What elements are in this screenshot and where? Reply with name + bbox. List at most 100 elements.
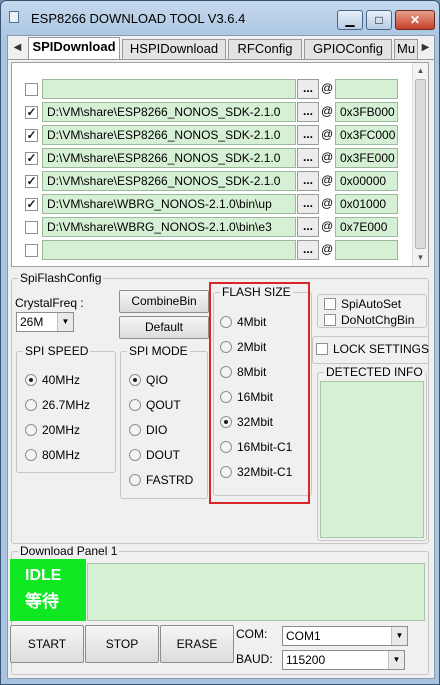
file-enable-checkbox[interactable]	[25, 221, 38, 234]
file-path-input[interactable]	[42, 79, 296, 99]
app-window: ESP8266 DOWNLOAD TOOL V3.6.4 ▁ □ ✕ ◀ SPI…	[0, 0, 440, 685]
combinebin-button[interactable]: CombineBin	[119, 290, 209, 313]
address-input[interactable]: 0x00000	[335, 171, 398, 191]
scroll-down-icon[interactable]: ▼	[413, 250, 428, 266]
file-enable-checkbox[interactable]	[25, 244, 38, 257]
file-path-input[interactable]: D:\VM\share\ESP8266_NONOS_SDK-2.1.0	[42, 148, 296, 168]
scroll-thumb[interactable]	[415, 79, 426, 249]
scroll-up-icon[interactable]: ▲	[413, 63, 428, 79]
spi-speed-radio[interactable]	[25, 449, 37, 461]
tab-gpioconfig[interactable]: GPIOConfig	[304, 39, 392, 59]
spi-mode-radio[interactable]	[129, 374, 141, 386]
spiautoset-checkbox[interactable]	[324, 298, 336, 310]
file-list-scrollbar[interactable]: ▲ ▼	[412, 63, 428, 266]
status-text-cn: 等待	[25, 592, 59, 611]
spi-mode-radio[interactable]	[129, 424, 141, 436]
spi-speed-option-label: 40MHz	[42, 373, 81, 387]
at-label: @	[321, 150, 334, 164]
chevron-down-icon[interactable]: ▼	[388, 651, 404, 669]
file-path-input[interactable]	[42, 240, 296, 260]
tab-hspidownload[interactable]: HSPIDownload	[122, 39, 226, 59]
file-enable-checkbox[interactable]: ✓	[25, 198, 38, 211]
close-button[interactable]: ✕	[395, 10, 435, 30]
address-input[interactable]	[335, 240, 398, 260]
client-area: ◀ SPIDownload HSPIDownload RFConfig GPIO…	[7, 35, 435, 679]
browse-button[interactable]: ...	[297, 125, 319, 145]
detected-info-title: DETECTED INFO	[324, 365, 425, 379]
file-enable-checkbox[interactable]: ✓	[25, 175, 38, 188]
browse-button[interactable]: ...	[297, 240, 319, 260]
baud-select[interactable]: 115200 ▼	[282, 650, 405, 670]
address-input[interactable]: 0x01000	[335, 194, 398, 214]
file-row: D:\VM\share\WBRG_NONOS-2.1.0\bin\e3... @0…	[12, 216, 412, 238]
file-row: ... @	[12, 78, 412, 100]
file-enable-checkbox[interactable]: ✓	[25, 106, 38, 119]
window-title: ESP8266 DOWNLOAD TOOL V3.6.4	[31, 11, 246, 26]
donotchgbin-checkbox[interactable]	[324, 314, 336, 326]
file-path-input[interactable]: D:\VM\share\ESP8266_NONOS_SDK-2.1.0	[42, 125, 296, 145]
at-label: @	[321, 219, 334, 233]
default-button[interactable]: Default	[119, 316, 209, 339]
address-input[interactable]: 0x3FC000	[335, 125, 398, 145]
crystal-freq-select[interactable]: 26M ▼	[16, 312, 74, 332]
detected-info-output[interactable]	[320, 381, 424, 538]
start-button[interactable]: START	[10, 625, 84, 663]
tab-more[interactable]: Mu	[394, 39, 418, 59]
spi-mode-option-label: QIO	[146, 373, 169, 387]
chevron-down-icon[interactable]: ▼	[391, 627, 407, 645]
file-row: ✓ D:\VM\share\ESP8266_NONOS_SDK-2.1.0... @…	[12, 147, 412, 169]
file-enable-checkbox[interactable]: ✓	[25, 152, 38, 165]
spi-mode-radio[interactable]	[129, 399, 141, 411]
browse-button[interactable]: ...	[297, 102, 319, 122]
at-label: @	[321, 81, 334, 95]
maximize-button[interactable]: □	[366, 10, 392, 30]
com-select[interactable]: COM1 ▼	[282, 626, 408, 646]
chevron-down-icon[interactable]: ▼	[57, 313, 73, 331]
title-bar[interactable]: ESP8266 DOWNLOAD TOOL V3.6.4 ▁ □ ✕	[1, 1, 439, 33]
spi-mode-option-label: DIO	[146, 423, 168, 437]
file-path-input[interactable]: D:\VM\share\ESP8266_NONOS_SDK-2.1.0	[42, 102, 296, 122]
stop-button[interactable]: STOP	[85, 625, 159, 663]
browse-button[interactable]: ...	[297, 148, 319, 168]
browse-button[interactable]: ...	[297, 79, 319, 99]
address-input[interactable]: 0x7E000	[335, 217, 398, 237]
browse-button[interactable]: ...	[297, 194, 319, 214]
spi-mode-radio[interactable]	[129, 449, 141, 461]
browse-button[interactable]: ...	[297, 217, 319, 237]
spi-speed-radio[interactable]	[25, 374, 37, 386]
tab-rfconfig[interactable]: RFConfig	[228, 39, 302, 59]
spi-speed-option-label: 26.7MHz	[42, 398, 91, 412]
donotchgbin-label: DoNotChgBin	[341, 313, 415, 327]
erase-button[interactable]: ERASE	[160, 625, 234, 663]
minimize-button[interactable]: ▁	[337, 10, 363, 30]
spi-speed-radio[interactable]	[25, 424, 37, 436]
spi-speed-radio[interactable]	[25, 399, 37, 411]
file-path-input[interactable]: D:\VM\share\WBRG_NONOS-2.1.0\bin\up	[42, 194, 296, 214]
spi-mode-title: SPI MODE	[127, 344, 190, 358]
tab-scroll-left-icon[interactable]: ◀	[12, 39, 23, 57]
app-icon	[9, 11, 19, 23]
spi-speed-group: SPI SPEED 40MHz 26.7MHz 20MHz 80MHz	[16, 344, 116, 473]
spi-mode-option-label: FASTRD	[146, 473, 194, 487]
file-enable-checkbox[interactable]: ✓	[25, 129, 38, 142]
at-label: @	[321, 242, 334, 256]
file-list: ▲ ▼ ... @ ✓ D:\VM\share\ESP8266_NONOS_SDK-2…	[11, 62, 429, 267]
file-path-input[interactable]: D:\VM\share\WBRG_NONOS-2.1.0\bin\e3	[42, 217, 296, 237]
lock-settings-checkbox[interactable]	[316, 343, 328, 355]
tab-spidownload[interactable]: SPIDownload	[28, 37, 120, 60]
address-input[interactable]: 0x3FB000	[335, 102, 398, 122]
spi-speed-title: SPI SPEED	[23, 344, 91, 358]
file-enable-checkbox[interactable]	[25, 83, 38, 96]
spiautoset-label: SpiAutoSet	[341, 297, 402, 311]
file-path-input[interactable]: D:\VM\share\ESP8266_NONOS_SDK-2.1.0	[42, 171, 296, 191]
browse-button[interactable]: ...	[297, 171, 319, 191]
detected-info-group: DETECTED INFO	[317, 365, 427, 541]
tab-bar: ◀ SPIDownload HSPIDownload RFConfig GPIO…	[8, 36, 434, 60]
address-input[interactable]: 0x3FE000	[335, 148, 398, 168]
spiflash-config-title: SpiFlashConfig	[18, 271, 104, 285]
lock-settings-label: LOCK SETTINGS	[333, 342, 430, 356]
download-log-output[interactable]	[87, 563, 425, 621]
address-input[interactable]	[335, 79, 398, 99]
tab-scroll-right-icon[interactable]: ▶	[420, 39, 431, 57]
spi-mode-radio[interactable]	[129, 474, 141, 486]
